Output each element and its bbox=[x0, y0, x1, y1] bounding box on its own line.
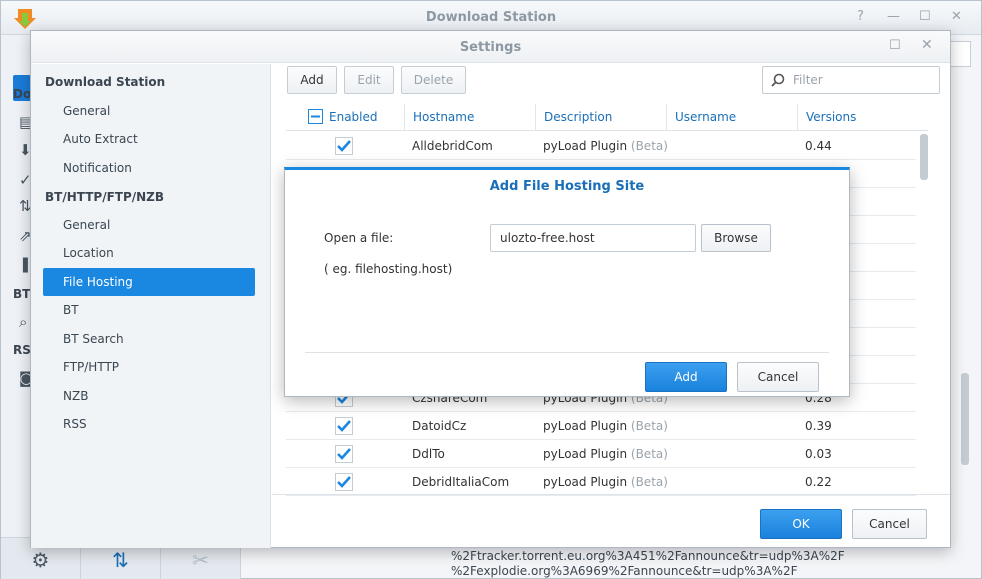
description-text: pyLoad Plugin bbox=[543, 475, 628, 489]
nav-item-rss[interactable]: RSS bbox=[43, 410, 255, 438]
file-path-input[interactable]: ulozto-free.host bbox=[490, 224, 696, 252]
maximize-icon[interactable]: ☐ bbox=[919, 9, 931, 24]
bg-scrollbar[interactable] bbox=[961, 373, 969, 465]
settings-nav: Download Station General Auto Extract No… bbox=[31, 64, 271, 548]
dialog-divider bbox=[305, 352, 829, 353]
nav-item-general[interactable]: General bbox=[43, 97, 255, 125]
log-text: %2Ftracker.torrent.eu.org%3A451%2Fannoun… bbox=[451, 549, 845, 579]
checkbox-checked-icon[interactable] bbox=[335, 137, 353, 155]
checkbox-checked-icon[interactable] bbox=[335, 445, 353, 463]
nav-item-auto-extract[interactable]: Auto Extract bbox=[43, 125, 255, 153]
download-station-title: Download Station bbox=[425, 10, 557, 25]
description-cell: pyLoad Plugin (Beta) bbox=[543, 412, 668, 440]
file-hint: ( eg. filehosting.host) bbox=[324, 262, 453, 276]
description-text: pyLoad Plugin bbox=[543, 139, 628, 153]
dialog-cancel-button[interactable]: Cancel bbox=[737, 362, 819, 392]
nav-item-bt[interactable]: BT bbox=[43, 296, 255, 324]
nav-item-nzb[interactable]: NZB bbox=[43, 382, 255, 410]
table-row[interactable]: AlldebridCom pyLoad Plugin (Beta) 0.44 bbox=[286, 132, 916, 160]
nav-item-bt-search[interactable]: BT Search bbox=[43, 325, 255, 353]
log-line: %2Ftracker.torrent.eu.org%3A451%2Fannoun… bbox=[451, 549, 845, 563]
bg-search-field[interactable] bbox=[951, 41, 971, 67]
cancel-button[interactable]: Cancel bbox=[852, 509, 927, 539]
beta-tag: (Beta) bbox=[630, 419, 668, 433]
close-icon[interactable]: ✕ bbox=[951, 9, 962, 24]
description-cell: pyLoad Plugin (Beta) bbox=[543, 132, 668, 160]
filter-placeholder: Filter bbox=[793, 73, 823, 87]
download-station-sidebar: Do ▤ ⬇ ✓ ⇅ ⇗ ❚ BT ⌕ RS ◙ bbox=[1, 35, 39, 537]
table-row[interactable]: DatoidCz pyLoad Plugin (Beta) 0.39 bbox=[286, 412, 916, 440]
version-cell: 0.39 bbox=[805, 419, 832, 433]
beta-tag: (Beta) bbox=[630, 139, 668, 153]
ok-button[interactable]: OK bbox=[760, 509, 842, 539]
version-cell: 0.22 bbox=[805, 475, 832, 489]
settings-maximize-icon[interactable]: ☐ bbox=[889, 38, 901, 53]
hostname-cell: DatoidCz bbox=[412, 419, 467, 433]
help-icon[interactable]: ? bbox=[857, 9, 864, 24]
delete-button[interactable]: Delete bbox=[401, 66, 466, 94]
nav-item-ftp-http[interactable]: FTP/HTTP bbox=[43, 353, 255, 381]
nav-item-location[interactable]: Location bbox=[43, 239, 255, 267]
open-file-label: Open a file: bbox=[324, 231, 394, 245]
table-row[interactable]: DebridItaliaCom pyLoad Plugin (Beta) 0.2… bbox=[286, 468, 916, 496]
select-all-checkbox-icon[interactable] bbox=[308, 109, 323, 124]
checkbox-checked-icon[interactable] bbox=[335, 417, 353, 435]
settings-close-icon[interactable]: ✕ bbox=[921, 37, 933, 53]
nav-section-bt-http: BT/HTTP/FTP/NZB bbox=[45, 190, 165, 204]
log-line: %2Fexplodie.org%3A6969%2Fannounce&tr=udp… bbox=[451, 564, 798, 578]
sidebar-label-bt: BT bbox=[13, 287, 31, 301]
nav-item-notification[interactable]: Notification bbox=[43, 154, 255, 182]
nav-section-download-station: Download Station bbox=[45, 75, 166, 89]
browse-button[interactable]: Browse bbox=[701, 224, 771, 252]
beta-tag: (Beta) bbox=[630, 475, 668, 489]
settings-title: Settings bbox=[459, 40, 522, 55]
hostname-cell: DdlTo bbox=[412, 447, 445, 461]
column-enabled-label: Enabled bbox=[329, 110, 378, 124]
dialog-add-button[interactable]: Add bbox=[645, 362, 727, 392]
column-username[interactable]: Username bbox=[666, 104, 797, 131]
edit-button[interactable]: Edit bbox=[344, 66, 394, 94]
table-row[interactable]: DdlTo pyLoad Plugin (Beta) 0.03 bbox=[286, 440, 916, 468]
footer-divider bbox=[272, 494, 950, 495]
minimize-icon[interactable]: — bbox=[887, 9, 900, 24]
settings-titlebar: Settings ☐ ✕ bbox=[31, 31, 950, 63]
column-hostname[interactable]: Hostname bbox=[404, 104, 535, 131]
version-cell: 0.03 bbox=[805, 447, 832, 461]
filter-input[interactable]: Filter bbox=[762, 66, 940, 94]
description-cell: pyLoad Plugin (Beta) bbox=[543, 468, 668, 496]
add-file-hosting-dialog: Add File Hosting Site Open a file: ulozt… bbox=[284, 167, 850, 397]
column-versions[interactable]: Versions bbox=[797, 104, 913, 131]
sidebar-label-downloads: Do bbox=[13, 87, 32, 101]
beta-tag: (Beta) bbox=[630, 447, 668, 461]
search-icon[interactable]: ⌕ bbox=[19, 313, 27, 331]
dialog-title: Add File Hosting Site bbox=[489, 179, 645, 194]
sidebar-label-rss: RS bbox=[13, 343, 31, 357]
add-button[interactable]: Add bbox=[287, 66, 337, 94]
hostname-cell: AlldebridCom bbox=[412, 139, 493, 153]
grid-header: Enabled Hostname Description Username Ve… bbox=[286, 104, 928, 131]
version-cell: 0.44 bbox=[805, 139, 832, 153]
description-text: pyLoad Plugin bbox=[543, 419, 628, 433]
nav-item-file-hosting[interactable]: File Hosting bbox=[43, 268, 255, 296]
checkbox-checked-icon[interactable] bbox=[335, 473, 353, 491]
search-icon bbox=[771, 73, 785, 87]
description-text: pyLoad Plugin bbox=[543, 447, 628, 461]
column-enabled[interactable]: Enabled bbox=[300, 104, 404, 131]
description-cell: pyLoad Plugin (Beta) bbox=[543, 440, 668, 468]
hostname-cell: DebridItaliaCom bbox=[412, 475, 510, 489]
column-description[interactable]: Description bbox=[535, 104, 666, 131]
grid-scrollbar[interactable] bbox=[920, 134, 928, 180]
nav-item-general-bt[interactable]: General bbox=[43, 211, 255, 239]
